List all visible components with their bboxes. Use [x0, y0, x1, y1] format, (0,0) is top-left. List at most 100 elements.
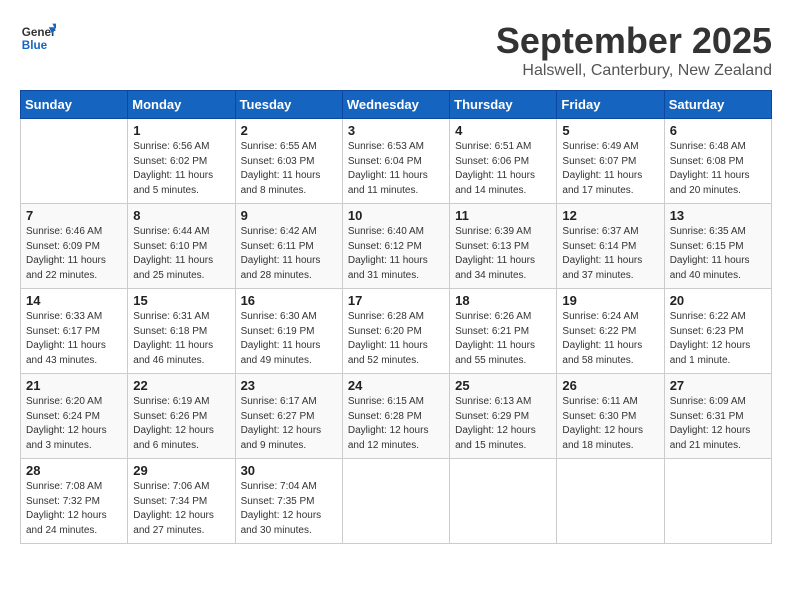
day-info: Sunrise: 6:39 AMSunset: 6:13 PMDaylight:… — [455, 225, 551, 283]
day-info: Sunrise: 6:37 AMSunset: 6:14 PMDaylight:… — [562, 225, 658, 283]
day-number: 14 — [26, 293, 122, 308]
calendar-cell — [664, 459, 771, 544]
calendar-cell: 21 Sunrise: 6:20 AMSunset: 6:24 PMDayligh… — [21, 374, 128, 459]
calendar-cell — [342, 459, 449, 544]
calendar-cell: 10 Sunrise: 6:40 AMSunset: 6:12 PMDayligh… — [342, 204, 449, 289]
calendar-cell: 30 Sunrise: 7:04 AMSunset: 7:35 PMDayligh… — [235, 459, 342, 544]
day-number: 8 — [133, 208, 229, 223]
calendar-cell: 12Sunrise: 6:37 AMSunset: 6:14 PMDayligh… — [557, 204, 664, 289]
calendar-cell: 2 Sunrise: 6:55 AMSunset: 6:03 PMDaylight… — [235, 119, 342, 204]
title-block: September 2025 Halswell, Canterbury, New… — [496, 20, 772, 80]
day-number: 26 — [562, 378, 658, 393]
calendar-cell: 15 Sunrise: 6:31 AMSunset: 6:18 PMDayligh… — [128, 289, 235, 374]
day-info: Sunrise: 6:35 AMSunset: 6:15 PMDaylight:… — [670, 225, 766, 283]
day-header-saturday: Saturday — [664, 91, 771, 119]
day-header-thursday: Thursday — [450, 91, 557, 119]
location-subtitle: Halswell, Canterbury, New Zealand — [496, 62, 772, 80]
day-info: Sunrise: 6:53 AMSunset: 6:04 PMDaylight:… — [348, 140, 444, 198]
calendar-cell: 18 Sunrise: 6:26 AMSunset: 6:21 PMDayligh… — [450, 289, 557, 374]
calendar-cell: 27 Sunrise: 6:09 AMSunset: 6:31 PMDayligh… — [664, 374, 771, 459]
day-info: Sunrise: 6:13 AMSunset: 6:29 PMDaylight:… — [455, 395, 551, 453]
calendar-cell: 11 Sunrise: 6:39 AMSunset: 6:13 PMDayligh… — [450, 204, 557, 289]
day-info: Sunrise: 6:42 AMSunset: 6:11 PMDaylight:… — [241, 225, 337, 283]
day-number: 21 — [26, 378, 122, 393]
day-number: 25 — [455, 378, 551, 393]
day-info: Sunrise: 6:30 AMSunset: 6:19 PMDaylight:… — [241, 310, 337, 368]
day-info: Sunrise: 7:08 AMSunset: 7:32 PMDaylight:… — [26, 480, 122, 538]
day-info: Sunrise: 6:24 AMSunset: 6:22 PMDaylight:… — [562, 310, 658, 368]
calendar-cell — [450, 459, 557, 544]
calendar-cell: 13 Sunrise: 6:35 AMSunset: 6:15 PMDayligh… — [664, 204, 771, 289]
day-info: Sunrise: 6:28 AMSunset: 6:20 PMDaylight:… — [348, 310, 444, 368]
day-info: Sunrise: 6:49 AMSunset: 6:07 PMDaylight:… — [562, 140, 658, 198]
calendar-cell: 23 Sunrise: 6:17 AMSunset: 6:27 PMDayligh… — [235, 374, 342, 459]
day-number: 19 — [562, 293, 658, 308]
day-info: Sunrise: 6:55 AMSunset: 6:03 PMDaylight:… — [241, 140, 337, 198]
calendar-cell: 22 Sunrise: 6:19 AMSunset: 6:26 PMDayligh… — [128, 374, 235, 459]
day-info: Sunrise: 6:46 AMSunset: 6:09 PMDaylight:… — [26, 225, 122, 283]
day-number: 18 — [455, 293, 551, 308]
calendar-cell: 6 Sunrise: 6:48 AMSunset: 6:08 PMDaylight… — [664, 119, 771, 204]
calendar-cell: 16 Sunrise: 6:30 AMSunset: 6:19 PMDayligh… — [235, 289, 342, 374]
calendar-cell: 17 Sunrise: 6:28 AMSunset: 6:20 PMDayligh… — [342, 289, 449, 374]
day-number: 11 — [455, 208, 551, 223]
day-number: 22 — [133, 378, 229, 393]
day-number: 24 — [348, 378, 444, 393]
calendar-cell: 19 Sunrise: 6:24 AMSunset: 6:22 PMDayligh… — [557, 289, 664, 374]
day-info: Sunrise: 6:11 AMSunset: 6:30 PMDaylight:… — [562, 395, 658, 453]
day-number: 10 — [348, 208, 444, 223]
day-number: 23 — [241, 378, 337, 393]
calendar-table: SundayMondayTuesdayWednesdayThursdayFrid… — [20, 90, 772, 544]
day-number: 16 — [241, 293, 337, 308]
svg-text:Blue: Blue — [22, 39, 48, 52]
day-number: 17 — [348, 293, 444, 308]
day-info: Sunrise: 6:44 AMSunset: 6:10 PMDaylight:… — [133, 225, 229, 283]
calendar-week-1: 1 Sunrise: 6:56 AMSunset: 6:02 PMDaylight… — [21, 119, 772, 204]
day-number: 6 — [670, 123, 766, 138]
day-info: Sunrise: 6:20 AMSunset: 6:24 PMDaylight:… — [26, 395, 122, 453]
day-number: 30 — [241, 463, 337, 478]
day-info: Sunrise: 7:04 AMSunset: 7:35 PMDaylight:… — [241, 480, 337, 538]
day-number: 3 — [348, 123, 444, 138]
calendar-cell: 24 Sunrise: 6:15 AMSunset: 6:28 PMDayligh… — [342, 374, 449, 459]
calendar-cell: 14 Sunrise: 6:33 AMSunset: 6:17 PMDayligh… — [21, 289, 128, 374]
logo: General Blue — [20, 20, 56, 56]
calendar-cell — [21, 119, 128, 204]
calendar-week-2: 7 Sunrise: 6:46 AMSunset: 6:09 PMDaylight… — [21, 204, 772, 289]
day-number: 13 — [670, 208, 766, 223]
calendar-cell: 29 Sunrise: 7:06 AMSunset: 7:34 PMDayligh… — [128, 459, 235, 544]
day-info: Sunrise: 6:26 AMSunset: 6:21 PMDaylight:… — [455, 310, 551, 368]
day-info: Sunrise: 6:48 AMSunset: 6:08 PMDaylight:… — [670, 140, 766, 198]
calendar-cell: 3 Sunrise: 6:53 AMSunset: 6:04 PMDaylight… — [342, 119, 449, 204]
day-number: 9 — [241, 208, 337, 223]
calendar-week-5: 28 Sunrise: 7:08 AMSunset: 7:32 PMDayligh… — [21, 459, 772, 544]
day-header-sunday: Sunday — [21, 91, 128, 119]
calendar-cell: 5Sunrise: 6:49 AMSunset: 6:07 PMDaylight… — [557, 119, 664, 204]
day-number: 28 — [26, 463, 122, 478]
day-number: 27 — [670, 378, 766, 393]
day-info: Sunrise: 6:56 AMSunset: 6:02 PMDaylight:… — [133, 140, 229, 198]
day-info: Sunrise: 6:31 AMSunset: 6:18 PMDaylight:… — [133, 310, 229, 368]
calendar-cell: 20Sunrise: 6:22 AMSunset: 6:23 PMDayligh… — [664, 289, 771, 374]
day-header-monday: Monday — [128, 91, 235, 119]
calendar-week-3: 14 Sunrise: 6:33 AMSunset: 6:17 PMDayligh… — [21, 289, 772, 374]
calendar-week-4: 21 Sunrise: 6:20 AMSunset: 6:24 PMDayligh… — [21, 374, 772, 459]
day-info: Sunrise: 6:19 AMSunset: 6:26 PMDaylight:… — [133, 395, 229, 453]
day-info: Sunrise: 6:15 AMSunset: 6:28 PMDaylight:… — [348, 395, 444, 453]
day-info: Sunrise: 6:51 AMSunset: 6:06 PMDaylight:… — [455, 140, 551, 198]
day-info: Sunrise: 6:17 AMSunset: 6:27 PMDaylight:… — [241, 395, 337, 453]
day-info: Sunrise: 6:33 AMSunset: 6:17 PMDaylight:… — [26, 310, 122, 368]
day-header-friday: Friday — [557, 91, 664, 119]
day-info: Sunrise: 6:40 AMSunset: 6:12 PMDaylight:… — [348, 225, 444, 283]
day-number: 29 — [133, 463, 229, 478]
day-info: Sunrise: 7:06 AMSunset: 7:34 PMDaylight:… — [133, 480, 229, 538]
day-number: 2 — [241, 123, 337, 138]
logo-icon: General Blue — [20, 20, 56, 56]
day-number: 15 — [133, 293, 229, 308]
day-number: 7 — [26, 208, 122, 223]
day-info: Sunrise: 6:09 AMSunset: 6:31 PMDaylight:… — [670, 395, 766, 453]
calendar-cell: 1 Sunrise: 6:56 AMSunset: 6:02 PMDaylight… — [128, 119, 235, 204]
day-number: 1 — [133, 123, 229, 138]
calendar-cell: 25 Sunrise: 6:13 AMSunset: 6:29 PMDayligh… — [450, 374, 557, 459]
day-number: 4 — [455, 123, 551, 138]
